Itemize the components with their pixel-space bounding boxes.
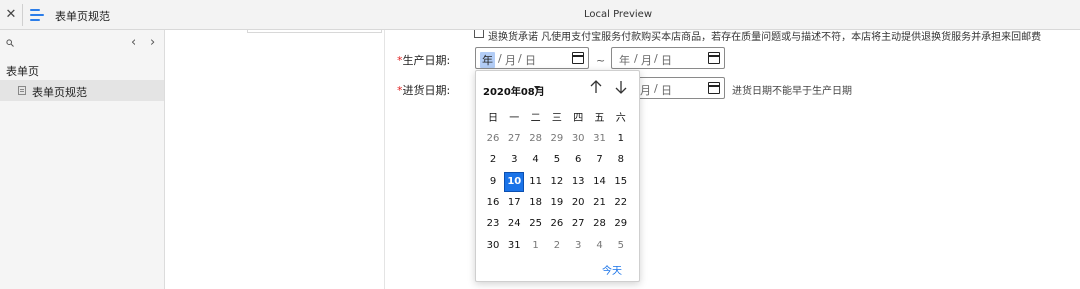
weekday-label: 二 <box>530 113 541 124</box>
weekday-label: 六 <box>615 113 626 124</box>
title-bar: ✕ 表单页规范 Local Preview <box>0 0 1080 30</box>
day-cell[interactable]: 5 <box>547 150 567 170</box>
day-cell[interactable]: 1 <box>611 129 631 149</box>
stock-date-label: *进货日期: <box>397 82 450 98</box>
weekday-label: 五 <box>594 113 605 124</box>
day-cell[interactable]: 20 <box>568 193 588 213</box>
day-cell[interactable]: 31 <box>504 236 524 256</box>
day-segment[interactable]: 日 <box>661 82 672 98</box>
day-cell[interactable]: 13 <box>568 172 588 192</box>
stock-date-hint: 进货日期不能早于生产日期 <box>732 86 852 97</box>
day-cell[interactable]: 5 <box>611 236 631 256</box>
range-separator: ~ <box>596 54 606 67</box>
day-cell[interactable]: 3 <box>504 150 524 170</box>
day-segment[interactable]: 日 <box>661 52 672 68</box>
sidebar: ‹ › 表单页 表单页规范 <box>0 30 165 289</box>
day-cell[interactable]: 29 <box>547 129 567 149</box>
year-segment[interactable]: 年 <box>480 52 495 68</box>
production-date-end-input[interactable]: 年 / 月 / 日 <box>611 47 725 69</box>
weekday-label: 日 <box>488 113 498 124</box>
day-cell[interactable]: 31 <box>590 129 610 149</box>
day-cell[interactable]: 15 <box>611 172 631 192</box>
window-title: Local Preview <box>583 9 653 20</box>
production-date-label-text: 生产日期: <box>402 54 451 67</box>
day-cell[interactable]: 12 <box>547 172 567 192</box>
day-cell[interactable]: 1 <box>526 236 546 256</box>
day-grid: 26 27 28 29 30 31 1 2 3 4 5 6 7 8 9 10 11 12 13 14 15 16 17 18 1… <box>483 129 633 257</box>
day-cell[interactable]: 21 <box>590 193 610 213</box>
day-cell[interactable]: 9 <box>483 172 503 192</box>
day-cell[interactable]: 30 <box>568 129 588 149</box>
day-cell[interactable]: 29 <box>611 214 631 234</box>
production-date-start-input[interactable]: 年 / 月 / 日 <box>475 47 589 69</box>
day-cell[interactable]: 16 <box>483 193 503 213</box>
segment-separator: / <box>498 52 502 65</box>
day-cell[interactable]: 27 <box>568 214 588 234</box>
stock-date-label-text: 进货日期: <box>402 84 451 97</box>
day-cell[interactable]: 14 <box>590 172 610 192</box>
day-cell[interactable]: 18 <box>526 193 546 213</box>
search-icon[interactable] <box>6 39 14 47</box>
day-cell[interactable]: 11 <box>526 172 546 192</box>
return-promise-text: 退换货承诺 凡使用支付宝服务付款购买本店商品，若存在质量问题或与描述不符，本店将… <box>488 32 1042 43</box>
day-cell[interactable]: 28 <box>590 214 610 234</box>
day-cell[interactable]: 6 <box>568 150 588 170</box>
month-segment[interactable]: 月 <box>505 52 516 68</box>
day-cell[interactable]: 28 <box>526 129 546 149</box>
document-icon <box>18 86 26 95</box>
today-button[interactable]: 今天 <box>602 262 622 277</box>
segment-separator: / <box>654 52 658 65</box>
sidebar-item-label: 表单页规范 <box>32 86 87 99</box>
day-cell[interactable]: 2 <box>547 236 567 256</box>
arrow-down-icon[interactable] <box>613 79 629 95</box>
day-cell[interactable]: 4 <box>590 236 610 256</box>
weekday-label: 三 <box>551 113 562 124</box>
segment-separator: / <box>634 52 638 65</box>
day-cell[interactable]: 24 <box>504 214 524 234</box>
day-cell[interactable]: 25 <box>526 214 546 234</box>
day-cell[interactable]: 8 <box>611 150 631 170</box>
panel-edge <box>247 30 382 33</box>
year-segment[interactable]: 年 <box>619 52 630 68</box>
day-cell[interactable]: 27 <box>504 129 524 149</box>
day-segment[interactable]: 日 <box>525 52 536 68</box>
weekday-label: 四 <box>573 113 584 124</box>
return-checkbox[interactable] <box>474 30 484 38</box>
day-cell[interactable]: 22 <box>611 193 631 213</box>
content-divider <box>384 30 385 289</box>
day-cell[interactable]: 23 <box>483 214 503 234</box>
calendar-icon[interactable] <box>572 52 584 64</box>
weekday-header: 日一二三四五六 <box>483 109 633 124</box>
calendar-icon[interactable] <box>708 82 720 94</box>
calendar-icon[interactable] <box>708 52 720 64</box>
sidebar-item-form-spec[interactable]: 表单页规范 <box>0 80 164 101</box>
day-cell[interactable]: 17 <box>504 193 524 213</box>
day-cell[interactable]: 4 <box>526 150 546 170</box>
caret-down-icon[interactable] <box>534 86 540 90</box>
day-cell[interactable]: 2 <box>483 150 503 170</box>
weekday-label: 一 <box>509 113 520 124</box>
arrow-up-icon[interactable] <box>588 79 604 95</box>
sidebar-group-label: 表单页 <box>6 65 39 78</box>
day-cell[interactable]: 26 <box>483 129 503 149</box>
chevron-right-icon[interactable]: › <box>150 36 155 50</box>
day-cell[interactable]: 26 <box>547 214 567 234</box>
day-cell[interactable]: 30 <box>483 236 503 256</box>
production-date-label: *生产日期: <box>397 52 450 68</box>
day-cell[interactable]: 19 <box>547 193 567 213</box>
month-segment[interactable]: 月 <box>641 52 652 68</box>
segment-separator: / <box>518 52 522 65</box>
date-picker-popup: 2020年08月 日一二三四五六 26 27 28 29 30 31 1 2 3 4 5 6 7 8 9 10… <box>475 70 640 282</box>
month-segment[interactable]: 月 <box>640 82 651 98</box>
chevron-left-icon[interactable]: ‹ <box>131 36 136 50</box>
segment-separator: / <box>654 82 658 95</box>
day-cell[interactable]: 7 <box>590 150 610 170</box>
day-cell[interactable]: 3 <box>568 236 588 256</box>
selected-day-cell[interactable]: 10 <box>504 171 525 192</box>
